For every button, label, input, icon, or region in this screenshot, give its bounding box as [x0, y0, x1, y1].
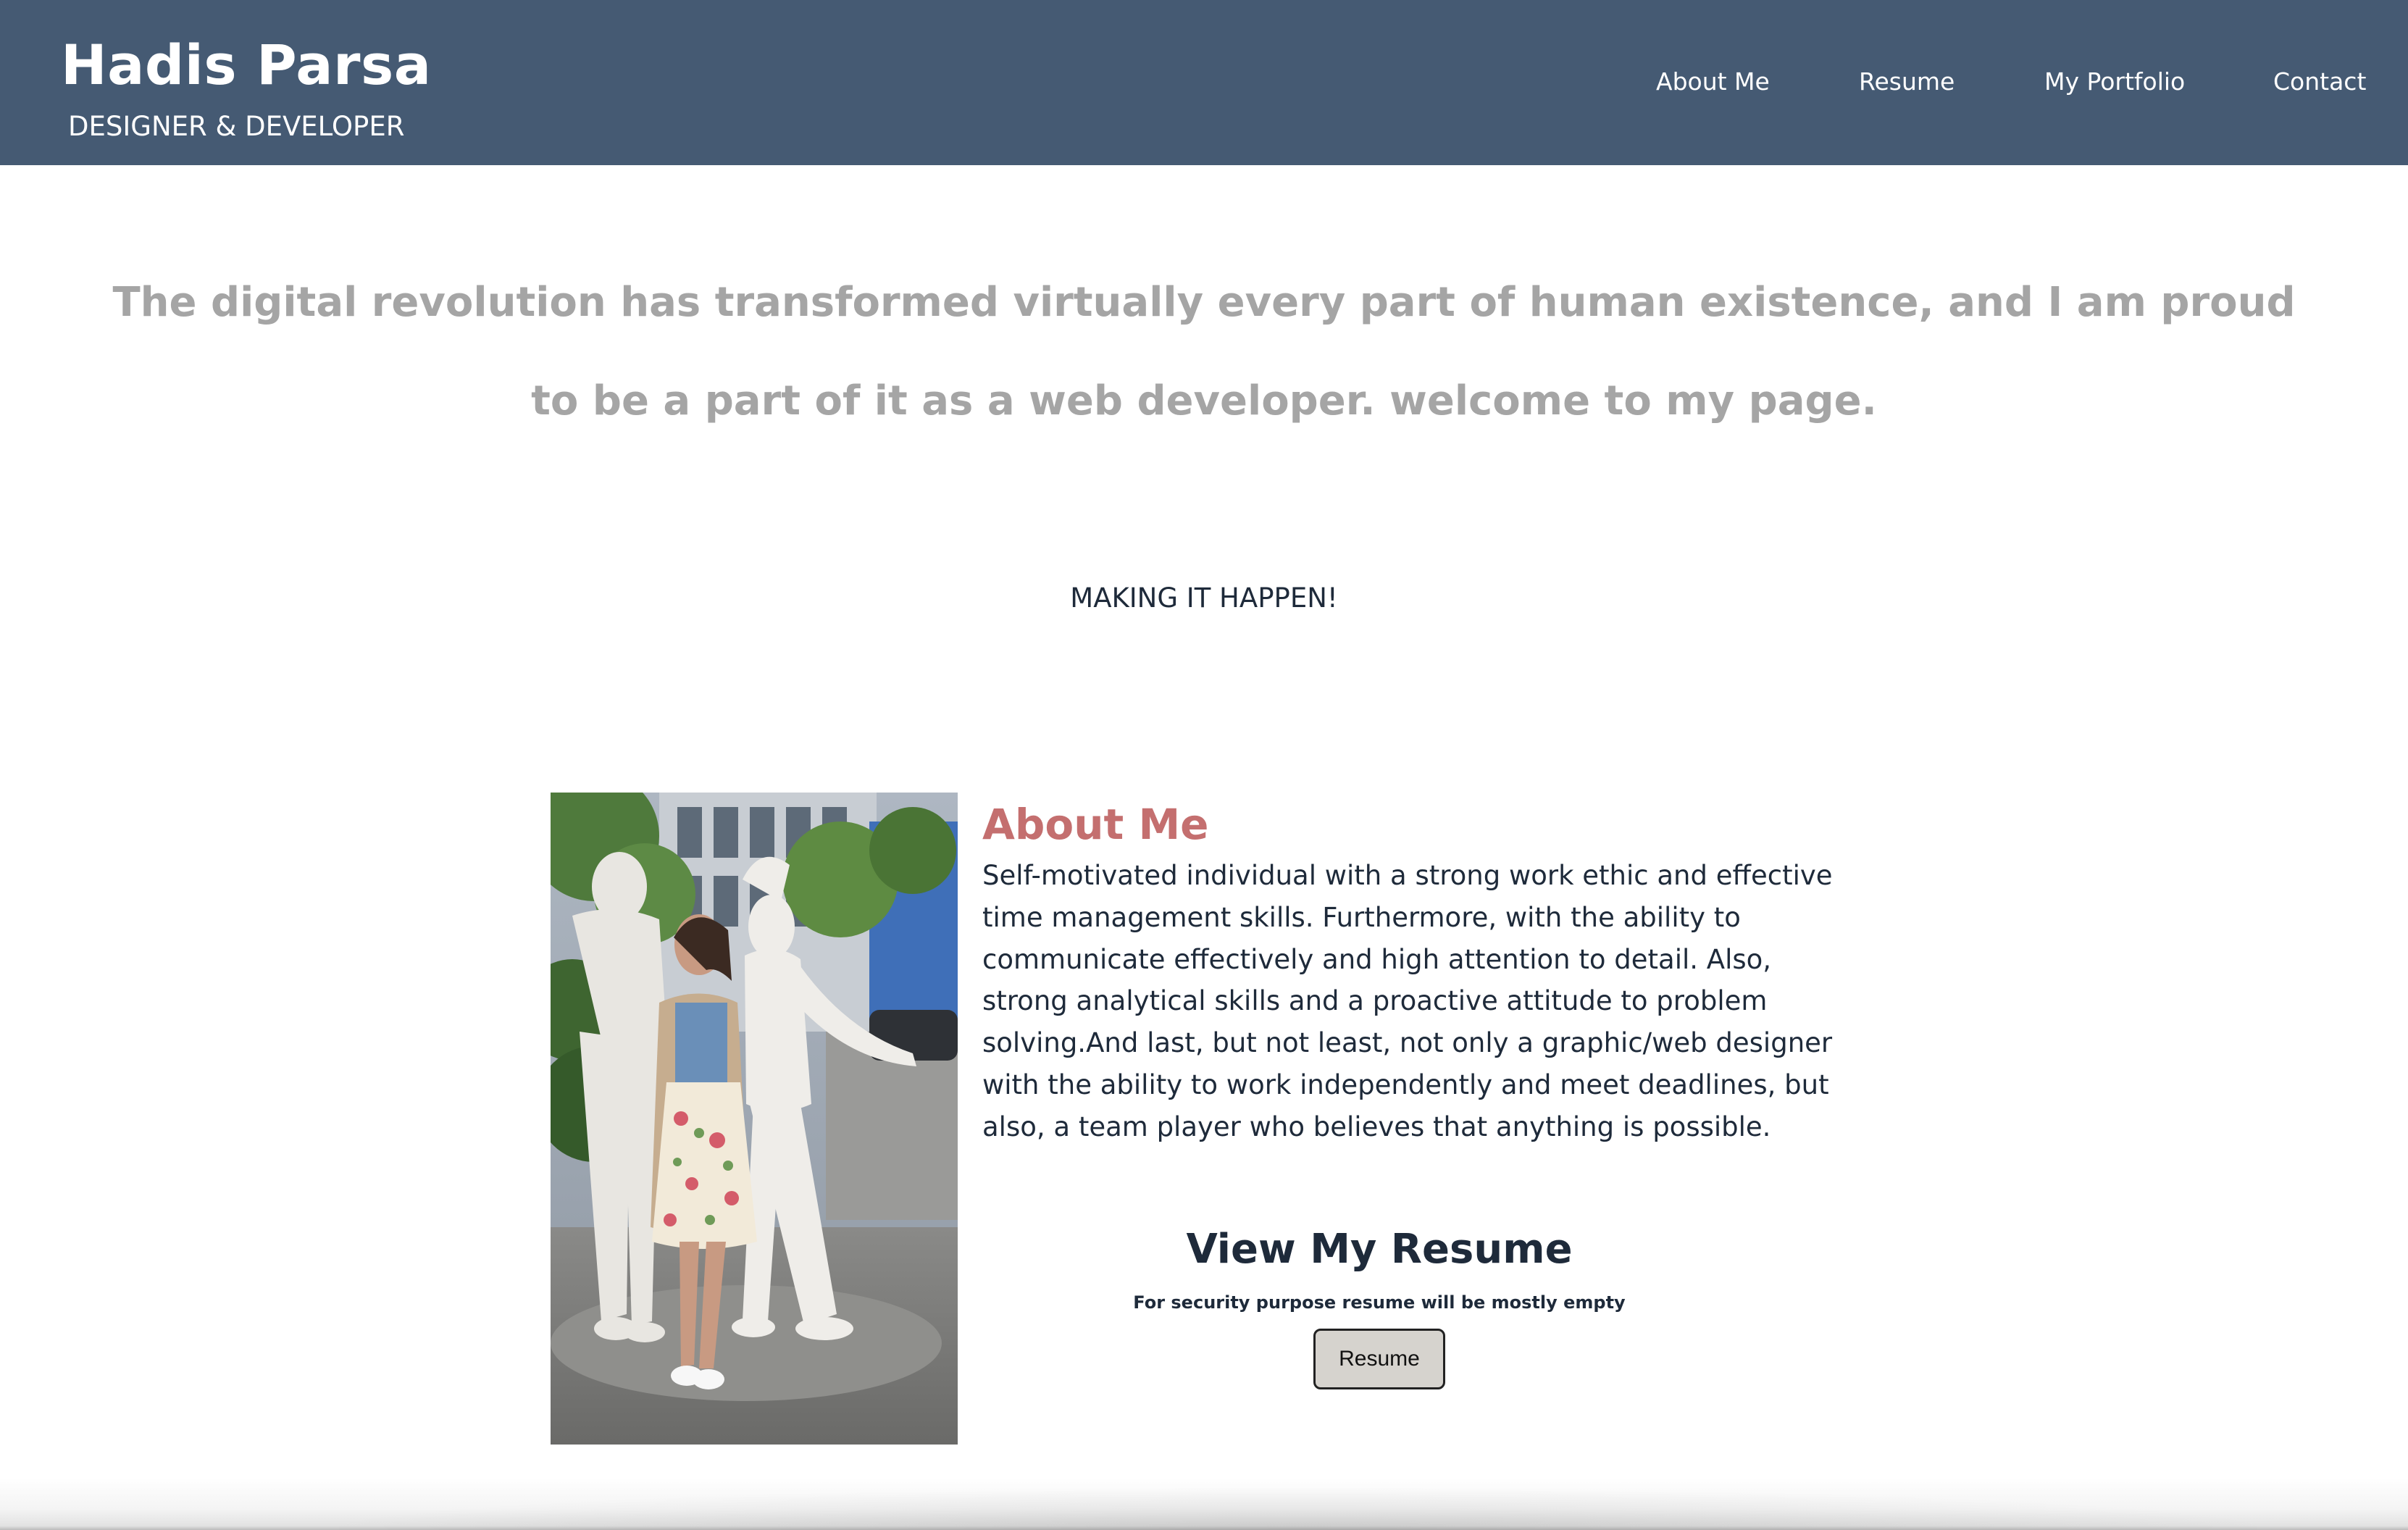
brand-name: Hadis Parsa [61, 33, 432, 97]
slogan: MAKING IT HAPPEN! [1070, 582, 1338, 614]
site-header: Hadis Parsa DESIGNER & DEVELOPER About M… [0, 0, 2408, 165]
nav-link-about[interactable]: About Me [1656, 64, 1770, 100]
resume-note: For security purpose resume will be most… [1133, 1292, 1626, 1313]
about-heading: About Me [982, 800, 1209, 849]
intro-quote: The digital revolution has transformed v… [112, 279, 2296, 425]
resume-button[interactable]: Resume [1313, 1329, 1445, 1389]
nav-link-resume[interactable]: Resume [1859, 64, 1955, 100]
resume-heading: View My Resume [1186, 1226, 1573, 1273]
profile-photo [551, 793, 958, 1445]
footer-shadow [0, 1478, 2408, 1530]
brand-tagline: DESIGNER & DEVELOPER [68, 111, 405, 142]
nav-link-contact[interactable]: Contact [2273, 64, 2366, 100]
nav-link-portfolio[interactable]: My Portfolio [2044, 64, 2185, 100]
about-text: Self-motivated individual with a strong … [982, 860, 1833, 1142]
